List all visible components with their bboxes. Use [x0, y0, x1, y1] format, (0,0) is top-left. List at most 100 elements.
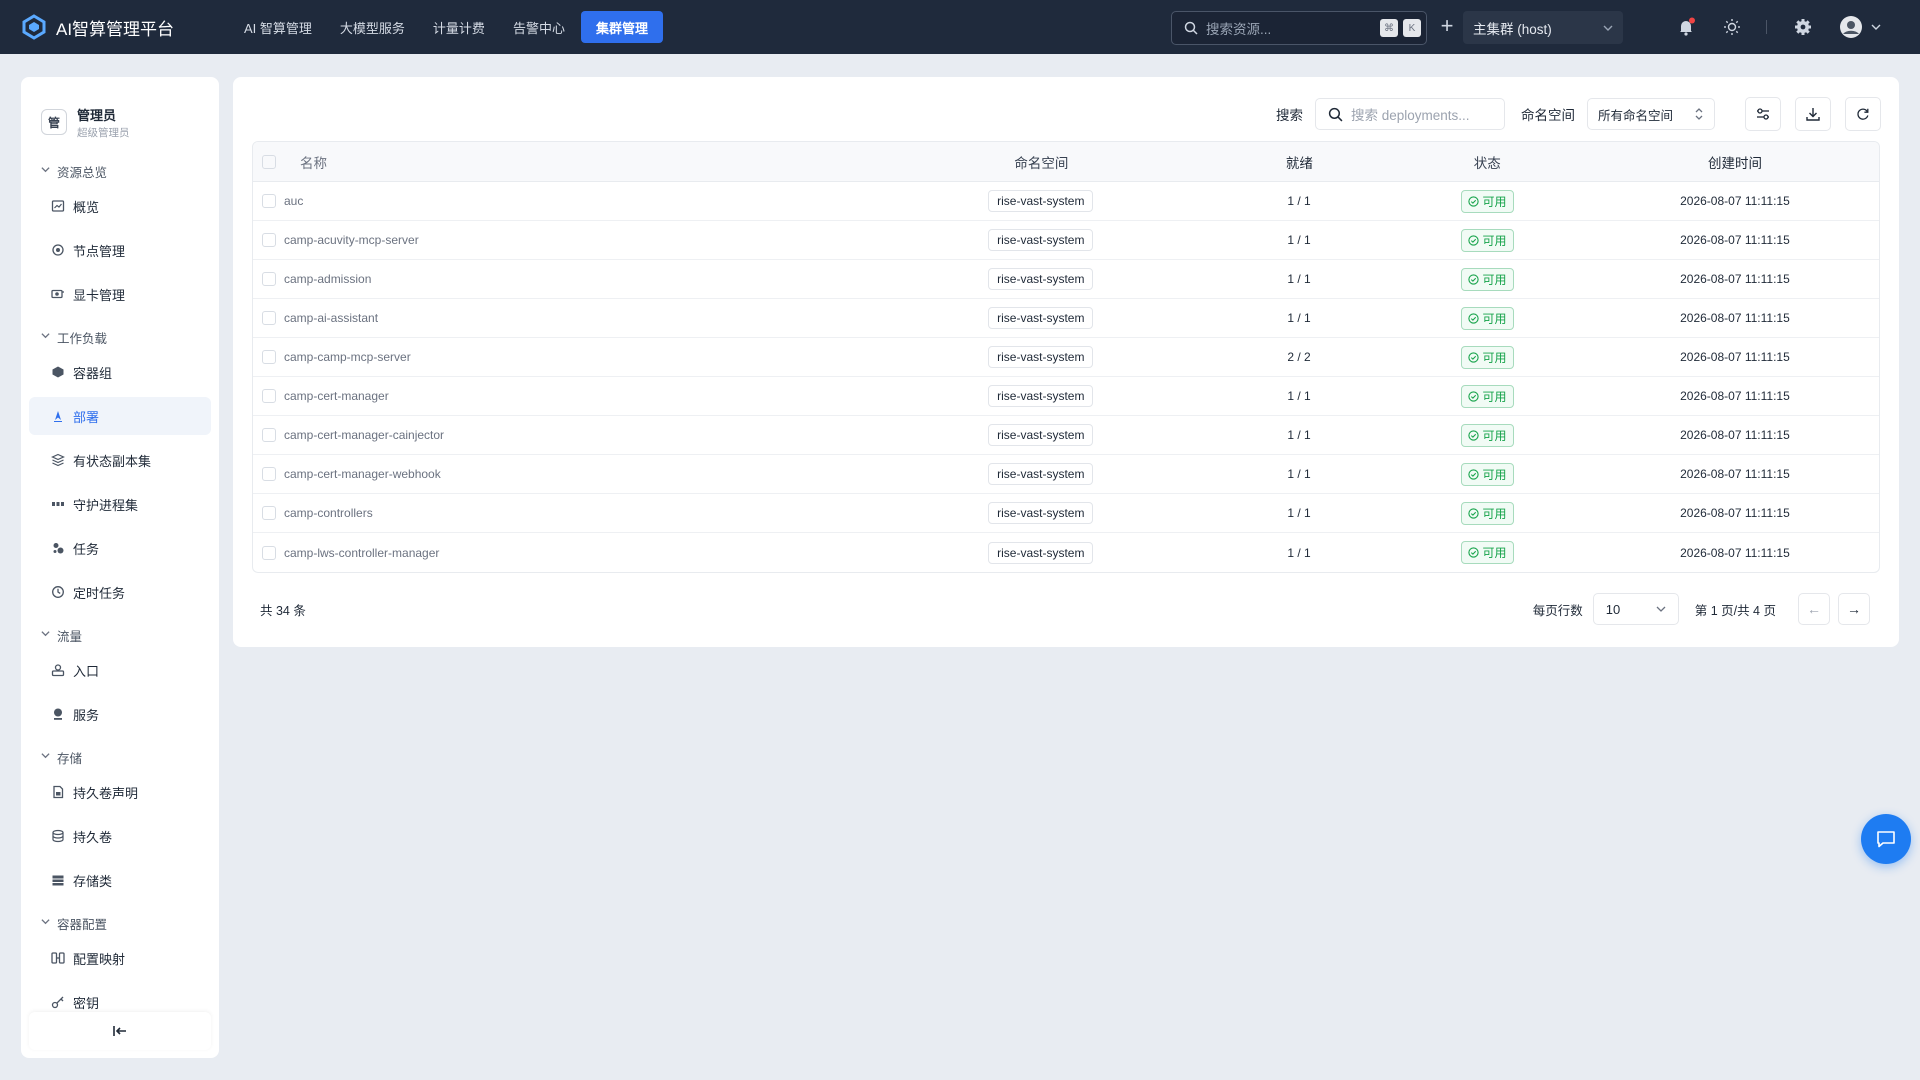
- table-row[interactable]: camp-lws-controller-manager rise-vast-sys…: [253, 533, 1879, 572]
- top-nav-item[interactable]: 集群管理: [580, 11, 663, 43]
- top-nav-item[interactable]: 大模型服务: [328, 12, 417, 42]
- row-checkbox[interactable]: [262, 311, 276, 325]
- refresh-button[interactable]: [1845, 97, 1881, 131]
- sidebar-item[interactable]: 部署: [29, 397, 211, 435]
- download-button[interactable]: [1795, 97, 1831, 131]
- top-nav-item[interactable]: 计量计费: [421, 12, 497, 42]
- row-checkbox[interactable]: [262, 350, 276, 364]
- row-checkbox[interactable]: [262, 428, 276, 442]
- deployment-name[interactable]: camp-controllers: [284, 506, 867, 520]
- sidebar-item[interactable]: 概览: [29, 187, 211, 225]
- table-row[interactable]: camp-cert-manager-webhook rise-vast-syste…: [253, 455, 1879, 494]
- row-checkbox[interactable]: [262, 272, 276, 286]
- deployment-name[interactable]: camp-lws-controller-manager: [284, 546, 867, 560]
- table-row[interactable]: camp-acuvity-mcp-server rise-vast-system 1…: [253, 221, 1879, 260]
- sidebar-item[interactable]: 守护进程集: [29, 485, 211, 523]
- row-checkbox[interactable]: [262, 545, 276, 560]
- table-row[interactable]: auc rise-vast-system 1 / 1 可用 2026-08-07 11:…: [253, 182, 1879, 221]
- global-search-input[interactable]: 搜索资源... ⌘ K: [1171, 11, 1427, 45]
- next-page-button[interactable]: →: [1838, 593, 1870, 625]
- namespace-cell: rise-vast-system: [867, 502, 1215, 524]
- deployment-name[interactable]: auc: [284, 194, 867, 208]
- chevron-down-icon: [41, 751, 51, 763]
- sidebar-section: 资源总览概览节点管理显卡管理: [21, 161, 219, 313]
- deployments-search-input[interactable]: 搜索 deployments...: [1315, 98, 1505, 130]
- namespace-tag: rise-vast-system: [988, 541, 1094, 564]
- deployment-name[interactable]: camp-cert-manager: [284, 389, 867, 403]
- sidebar-section: 容器配置配置映射密钥: [21, 913, 219, 1021]
- column-header-status[interactable]: 状态: [1384, 152, 1592, 172]
- row-checkbox[interactable]: [262, 194, 276, 208]
- sidebar-item[interactable]: 显卡管理: [29, 275, 211, 313]
- filter-settings-button[interactable]: [1745, 97, 1781, 131]
- created-time: 2026-08-07 11:11:15: [1680, 311, 1790, 325]
- sidebar-section-header[interactable]: 容器配置: [21, 913, 219, 933]
- node-icon: [51, 243, 65, 257]
- table-row[interactable]: camp-ai-assistant rise-vast-system 1 / 1 可用…: [253, 299, 1879, 338]
- deployment-name[interactable]: camp-cert-manager-cainjector: [284, 428, 867, 442]
- deployment-name[interactable]: camp-ai-assistant: [284, 311, 867, 325]
- sidebar-section-title: 流量: [57, 629, 83, 644]
- deployments-panel: 搜索 搜索 deployments... 命名空间 所有命名空间 名称 命名空间…: [233, 77, 1899, 647]
- sidebar-section-header[interactable]: 资源总览: [21, 161, 219, 181]
- created-time: 2026-08-07 11:11:15: [1680, 350, 1790, 364]
- sidebar-item[interactable]: 服务: [29, 695, 211, 733]
- page-size-select[interactable]: 10: [1592, 593, 1679, 625]
- column-header-created[interactable]: 创建时间: [1591, 152, 1879, 172]
- sidebar-section-header[interactable]: 存储: [21, 747, 219, 767]
- table-row[interactable]: camp-cert-manager rise-vast-system 1 / 1 可用…: [253, 377, 1879, 416]
- table-row[interactable]: camp-camp-mcp-server rise-vast-system 2 / …: [253, 338, 1879, 377]
- table-row[interactable]: camp-cert-manager-cainjector rise-vast-sy…: [253, 416, 1879, 455]
- column-header-namespace[interactable]: 命名空间: [867, 152, 1215, 172]
- table-row[interactable]: camp-controllers rise-vast-system 1 / 1 可用 2…: [253, 494, 1879, 533]
- column-header-name[interactable]: 名称: [284, 152, 867, 172]
- sidebar: 管 管理员 超级管理员 资源总览 概览 节点管理 显卡管理 工作负载 容器组 部署 有状态副本…: [21, 77, 219, 1058]
- sidebar-item[interactable]: 持久卷声明: [29, 773, 211, 811]
- deployment-name[interactable]: camp-acuvity-mcp-server: [284, 233, 867, 247]
- sidebar-item[interactable]: 定时任务: [29, 573, 211, 611]
- row-checkbox[interactable]: [262, 389, 276, 403]
- select-all-checkbox[interactable]: [262, 154, 276, 169]
- notification-bell-icon[interactable]: [1676, 17, 1696, 37]
- deployment-name[interactable]: camp-admission: [284, 272, 867, 286]
- row-checkbox[interactable]: [262, 233, 276, 247]
- sidebar-section-header[interactable]: 工作负载: [21, 327, 219, 347]
- user-menu[interactable]: [1839, 15, 1883, 38]
- service-icon: [51, 707, 65, 721]
- theme-toggle-icon[interactable]: [1722, 17, 1742, 37]
- search-icon: [1328, 107, 1343, 121]
- gpu-icon: [51, 287, 65, 301]
- table-row[interactable]: camp-admission rise-vast-system 1 / 1 可用 202…: [253, 260, 1879, 299]
- namespace-select[interactable]: 所有命名空间: [1587, 98, 1715, 130]
- add-icon[interactable]: +: [1436, 15, 1458, 38]
- sidebar-item[interactable]: 持久卷: [29, 817, 211, 855]
- sidebar-item[interactable]: 入口: [29, 651, 211, 689]
- row-checkbox[interactable]: [262, 467, 276, 481]
- sidebar-item[interactable]: 任务: [29, 529, 211, 567]
- sidebar-item[interactable]: 存储类: [29, 861, 211, 899]
- sidebar-section-header[interactable]: 流量: [21, 625, 219, 645]
- deployment-name[interactable]: camp-camp-mcp-server: [284, 350, 867, 364]
- app-logo[interactable]: AI智算管理平台: [20, 13, 210, 41]
- row-checkbox[interactable]: [262, 506, 276, 520]
- cluster-select[interactable]: 主集群 (host): [1463, 11, 1623, 44]
- storageclass-icon: [51, 873, 65, 887]
- settings-gear-icon[interactable]: [1793, 17, 1813, 37]
- status-badge: 可用: [1460, 306, 1514, 330]
- column-header-ready[interactable]: 就绪: [1215, 152, 1383, 172]
- top-nav-item[interactable]: 告警中心: [501, 12, 577, 42]
- sidebar-item[interactable]: 配置映射: [29, 939, 211, 977]
- sidebar-item[interactable]: 容器组: [29, 353, 211, 391]
- deployment-name[interactable]: camp-cert-manager-webhook: [284, 467, 867, 481]
- chevron-updown-icon: [1695, 108, 1703, 120]
- ready-count: 1 / 1: [1287, 428, 1311, 442]
- collapse-sidebar-button[interactable]: [29, 1012, 211, 1050]
- top-nav-item[interactable]: AI 智算管理: [232, 12, 324, 42]
- check-circle-icon: [1467, 547, 1479, 558]
- sidebar-item-label: 密钥: [73, 995, 100, 1011]
- status-cell: 可用: [1383, 345, 1591, 369]
- sidebar-item[interactable]: 节点管理: [29, 231, 211, 269]
- sidebar-item[interactable]: 有状态副本集: [29, 441, 211, 479]
- chat-assistant-button[interactable]: [1861, 814, 1911, 864]
- prev-page-button[interactable]: ←: [1798, 593, 1830, 625]
